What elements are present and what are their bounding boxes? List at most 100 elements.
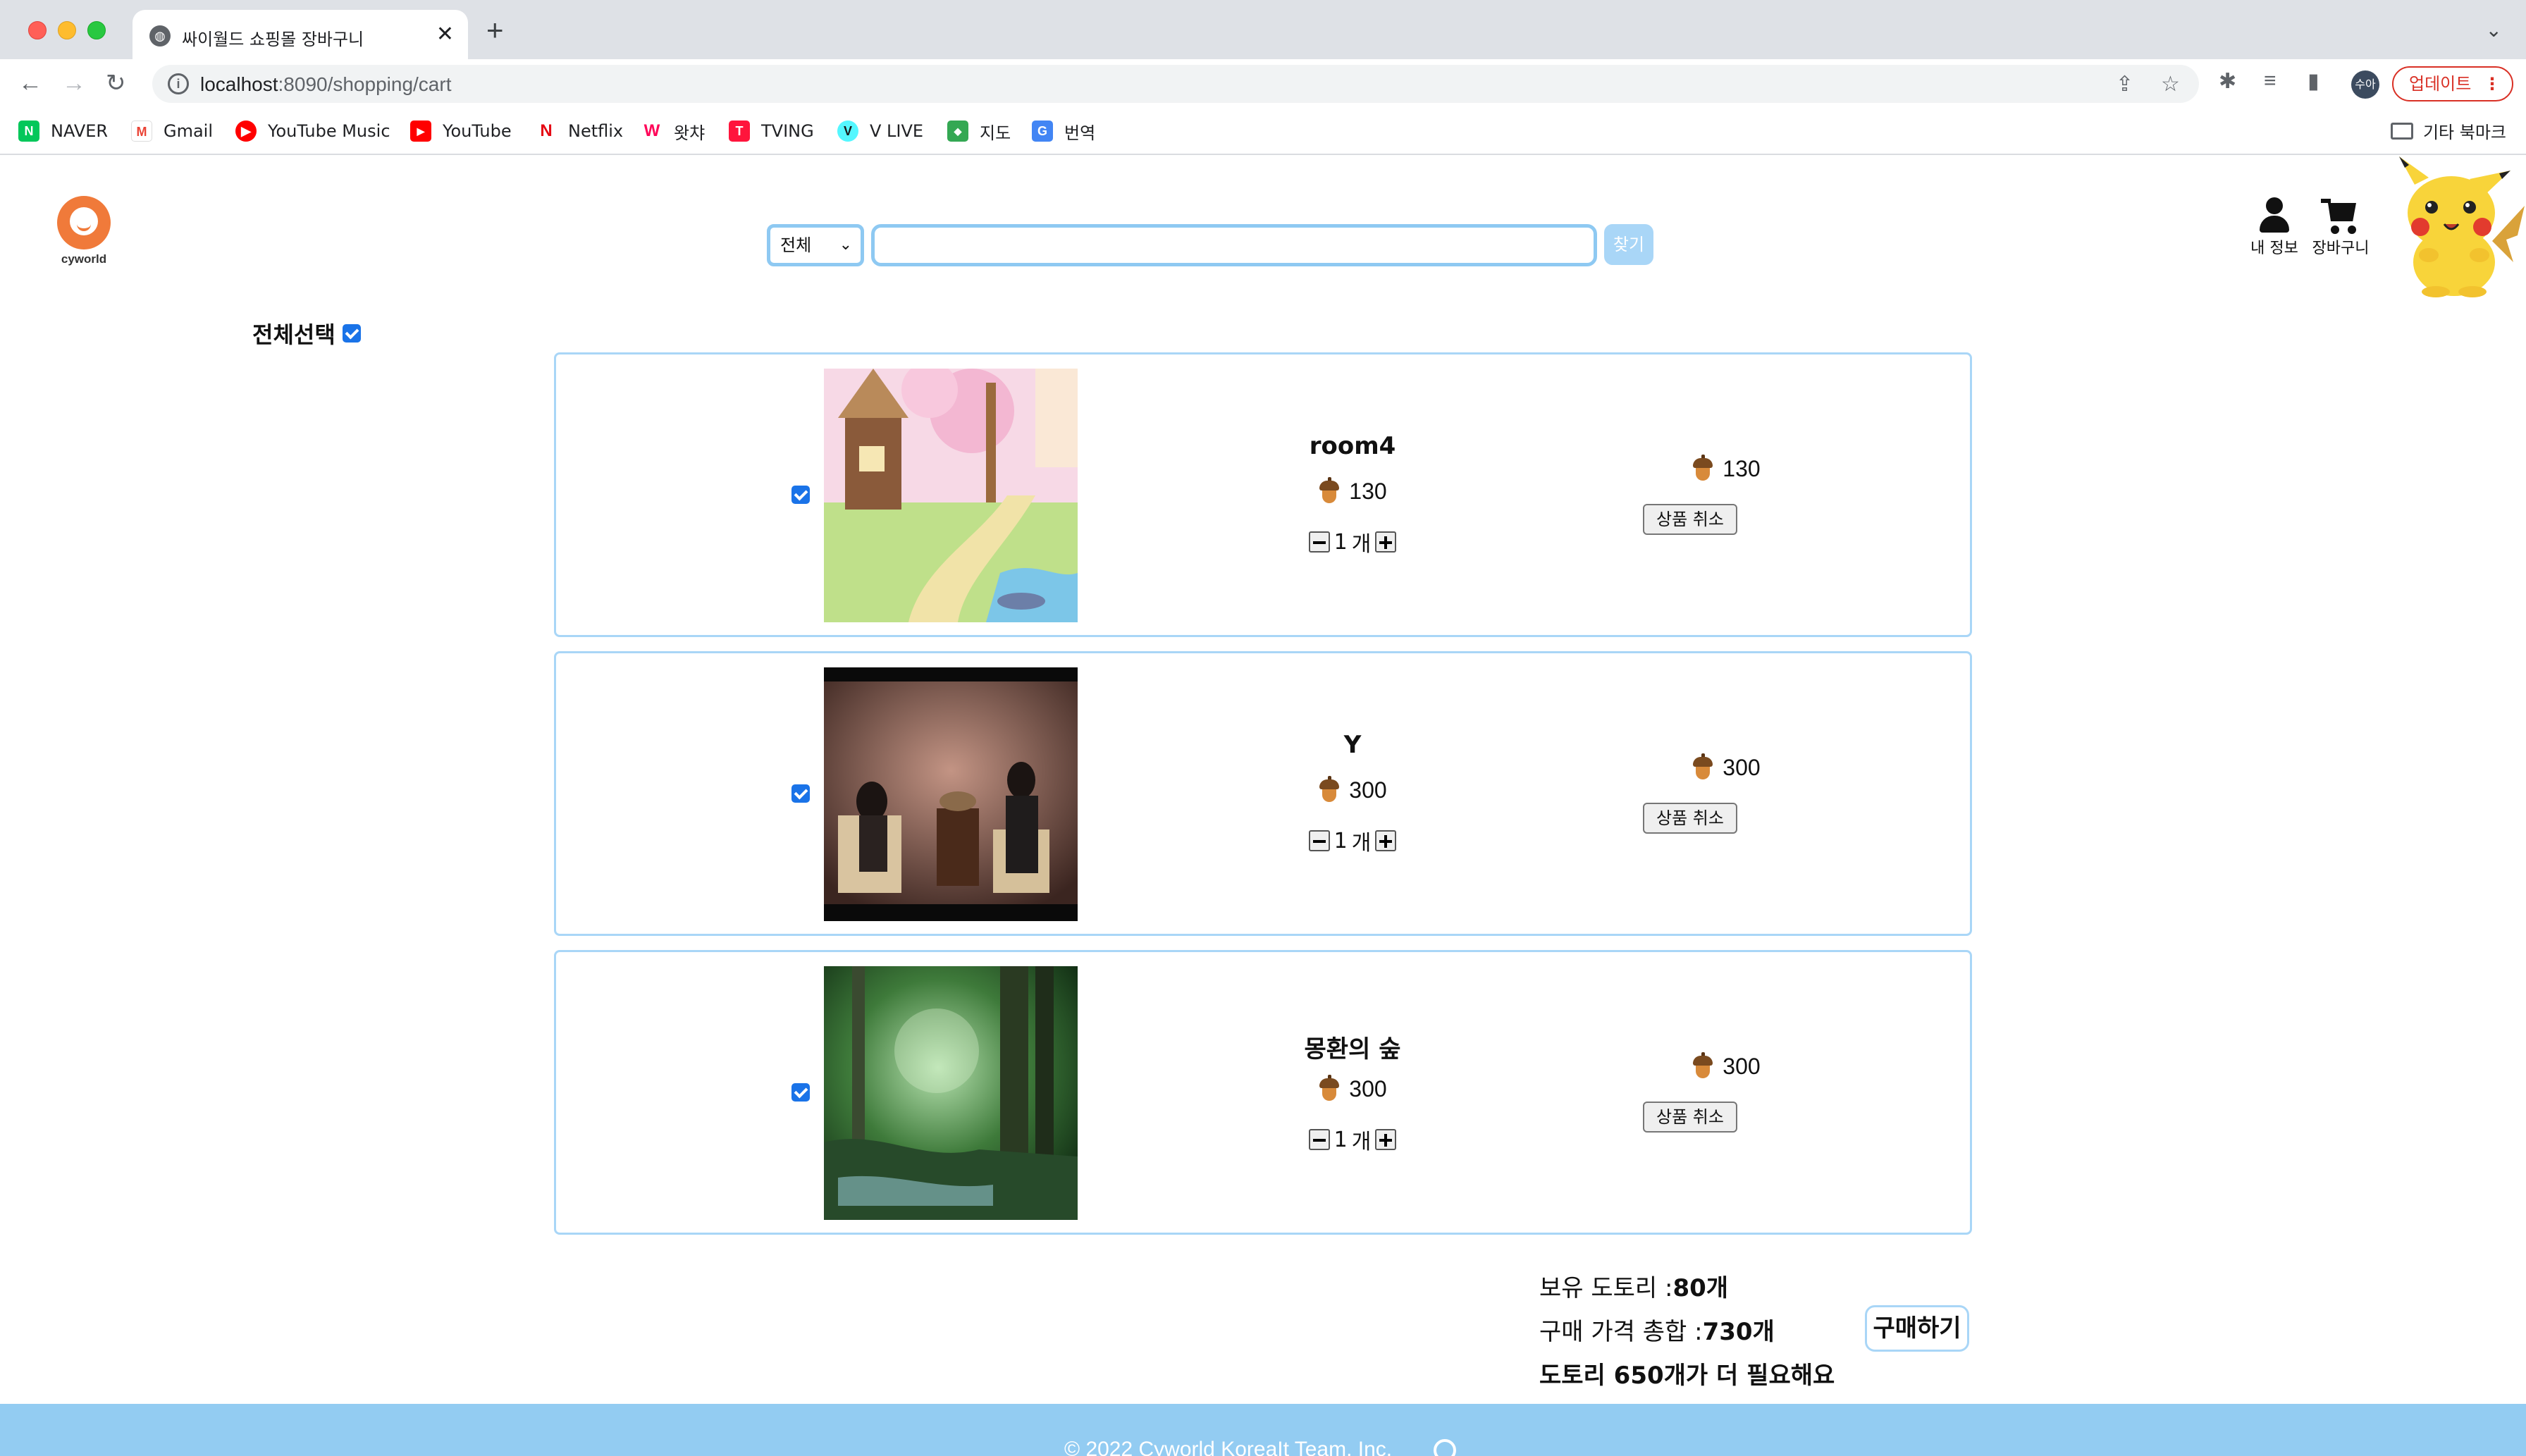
acorn-icon (1692, 753, 1713, 781)
decrease-quantity-button[interactable] (1308, 531, 1330, 553)
item-price: 300 (1261, 775, 1444, 803)
bookmark-youtube-music[interactable]: ▶ YouTube Music (235, 118, 390, 144)
bookmark-gmail[interactable]: M Gmail (131, 118, 213, 144)
globe-icon: ◍ (149, 25, 171, 47)
footer: © 2022 Cyworld KoreaIt Team, Inc. (0, 1404, 2526, 1456)
kebab-menu-icon[interactable]: ⋮ (2484, 68, 2501, 100)
acorn-icon (1318, 476, 1340, 505)
item-name: 몽환의 숲 (1304, 1035, 1401, 1063)
quantity-value: 1 (1333, 1127, 1348, 1152)
item-image-forest (824, 966, 1078, 1220)
minimize-window-button[interactable] (58, 21, 76, 39)
share-icon[interactable]: ⇪ (2116, 72, 2133, 97)
maximize-window-button[interactable] (87, 21, 106, 39)
browser-tab-active[interactable]: ◍ 싸이월드 쇼핑몰 장바구니 ✕ (133, 10, 468, 59)
chevron-down-icon: ⌄ (839, 236, 852, 254)
search-input[interactable] (871, 224, 1597, 266)
acorns-needed-message: 도토리 650개가 더 필요해요 (1539, 1362, 1835, 1390)
item-name: Y (1343, 731, 1362, 759)
bookmark-maps[interactable]: ◆ 지도 (947, 118, 1011, 144)
increase-quantity-button[interactable] (1375, 1129, 1397, 1150)
media-queue-icon[interactable]: ≡ (2264, 69, 2277, 93)
bookmark-naver[interactable]: N NAVER (18, 118, 108, 144)
profile-avatar[interactable]: 수아 (2351, 70, 2379, 99)
forward-arrow-icon[interactable]: → (62, 69, 86, 97)
increase-quantity-button[interactable] (1375, 830, 1397, 851)
netflix-icon: N (536, 121, 557, 142)
item-name: room4 (1309, 432, 1396, 460)
buy-button[interactable]: 구매하기 (1865, 1305, 1969, 1352)
cart-item: 몽환의 숲 300 1 개 300 상품 취소 (554, 950, 1972, 1235)
person-icon (2257, 197, 2292, 234)
bookmarks-bar: N NAVER M Gmail ▶ YouTube Music ▶ YouTube NN… (0, 109, 2526, 155)
tab-search-chevron-icon[interactable]: ⌄ (2486, 18, 2502, 42)
address-bar[interactable]: i localhost:8090/shopping/cart ⇪ ☆ (152, 65, 2199, 103)
browser-tab-bar: ◍ 싸이월드 쇼핑몰 장바구니 ✕ + ⌄ (0, 0, 2526, 59)
cancel-item-button[interactable]: 상품 취소 (1643, 1102, 1737, 1133)
bookmark-tving[interactable]: T TVING (729, 118, 814, 144)
quantity-unit: 개 (1351, 1130, 1372, 1154)
vlive-icon: V (837, 121, 858, 142)
bookmark-youtube[interactable]: ▶ YouTube (410, 118, 512, 144)
bookmark-star-icon[interactable]: ☆ (2161, 72, 2180, 97)
my-info-link[interactable]: 내 정보 (2243, 197, 2306, 258)
translate-icon: G (1032, 121, 1053, 142)
reload-icon[interactable]: ↻ (106, 69, 126, 97)
close-tab-icon[interactable]: ✕ (436, 23, 454, 47)
quantity-value: 1 (1333, 529, 1348, 555)
item-checkbox[interactable] (791, 1083, 810, 1102)
cart-item: Y 300 1 개 300 상품 취소 (554, 651, 1972, 936)
quantity-value: 1 (1333, 828, 1348, 853)
url-text[interactable]: localhost:8090/shopping/cart (200, 73, 451, 96)
select-all[interactable]: 전체선택 (252, 317, 361, 350)
quantity-unit: 개 (1351, 532, 1372, 557)
new-tab-button[interactable]: + (486, 16, 504, 45)
acorn-icon (1318, 1074, 1340, 1102)
close-window-button[interactable] (28, 21, 47, 39)
update-button[interactable]: 업데이트 ⋮ (2392, 66, 2513, 101)
other-bookmarks[interactable]: 기타 북마크 (2390, 118, 2506, 143)
extensions-puzzle-icon[interactable]: ✱ (2219, 69, 2236, 94)
cancel-item-button[interactable]: 상품 취소 (1643, 504, 1737, 535)
cart-item: room4 130 1 개 130 상품 취소 (554, 352, 1972, 637)
youtube-music-icon: ▶ (235, 121, 257, 142)
acorn-icon (1692, 1051, 1713, 1080)
footer-copyright: © 2022 Cyworld KoreaIt Team, Inc. (1064, 1438, 1393, 1456)
item-total: 300 (1641, 753, 1811, 781)
select-all-checkbox[interactable] (342, 324, 361, 343)
item-image-y (824, 667, 1078, 921)
github-icon[interactable] (1434, 1439, 1456, 1456)
cart-label: 장바구니 (2312, 240, 2370, 257)
increase-quantity-button[interactable] (1375, 531, 1397, 553)
search-button[interactable]: 찾기 (1604, 224, 1653, 265)
item-price: 300 (1261, 1074, 1444, 1102)
site-info-icon[interactable]: i (168, 73, 189, 94)
side-panel-icon[interactable]: ▮ (2308, 69, 2319, 94)
decrease-quantity-button[interactable] (1308, 830, 1330, 851)
bookmark-translate[interactable]: G 번역 (1032, 118, 1095, 144)
quantity-stepper: 1 개 (1261, 526, 1444, 557)
item-image-room4 (824, 369, 1078, 622)
item-total: 300 (1641, 1051, 1811, 1080)
item-checkbox[interactable] (791, 486, 810, 504)
naver-icon: N (18, 121, 39, 142)
folder-icon (2390, 122, 2413, 140)
bookmark-vlive[interactable]: VV LIVE (837, 118, 923, 144)
quantity-stepper: 1 개 (1261, 1124, 1444, 1155)
quantity-stepper: 1 개 (1261, 825, 1444, 856)
maps-icon: ◆ (947, 121, 968, 142)
bookmark-netflix[interactable]: N Netflix (536, 118, 623, 144)
bookmark-watcha[interactable]: W 왓챠 (641, 118, 705, 144)
youtube-icon: ▶ (410, 121, 431, 142)
item-checkbox[interactable] (791, 784, 810, 803)
search-category-select[interactable]: 전체 ⌄ (767, 224, 864, 266)
cancel-item-button[interactable]: 상품 취소 (1643, 803, 1737, 834)
tving-icon: T (729, 121, 750, 142)
acorn-icon (1318, 775, 1340, 803)
owned-acorns: 보유 도토리 :80개 (1539, 1274, 1729, 1302)
cyworld-logo[interactable]: cyworld (51, 196, 117, 266)
cart-link[interactable]: 장바구니 (2309, 197, 2372, 258)
decrease-quantity-button[interactable] (1308, 1129, 1330, 1150)
back-arrow-icon[interactable]: ← (18, 69, 42, 97)
select-all-label: 전체선택 (252, 321, 335, 348)
